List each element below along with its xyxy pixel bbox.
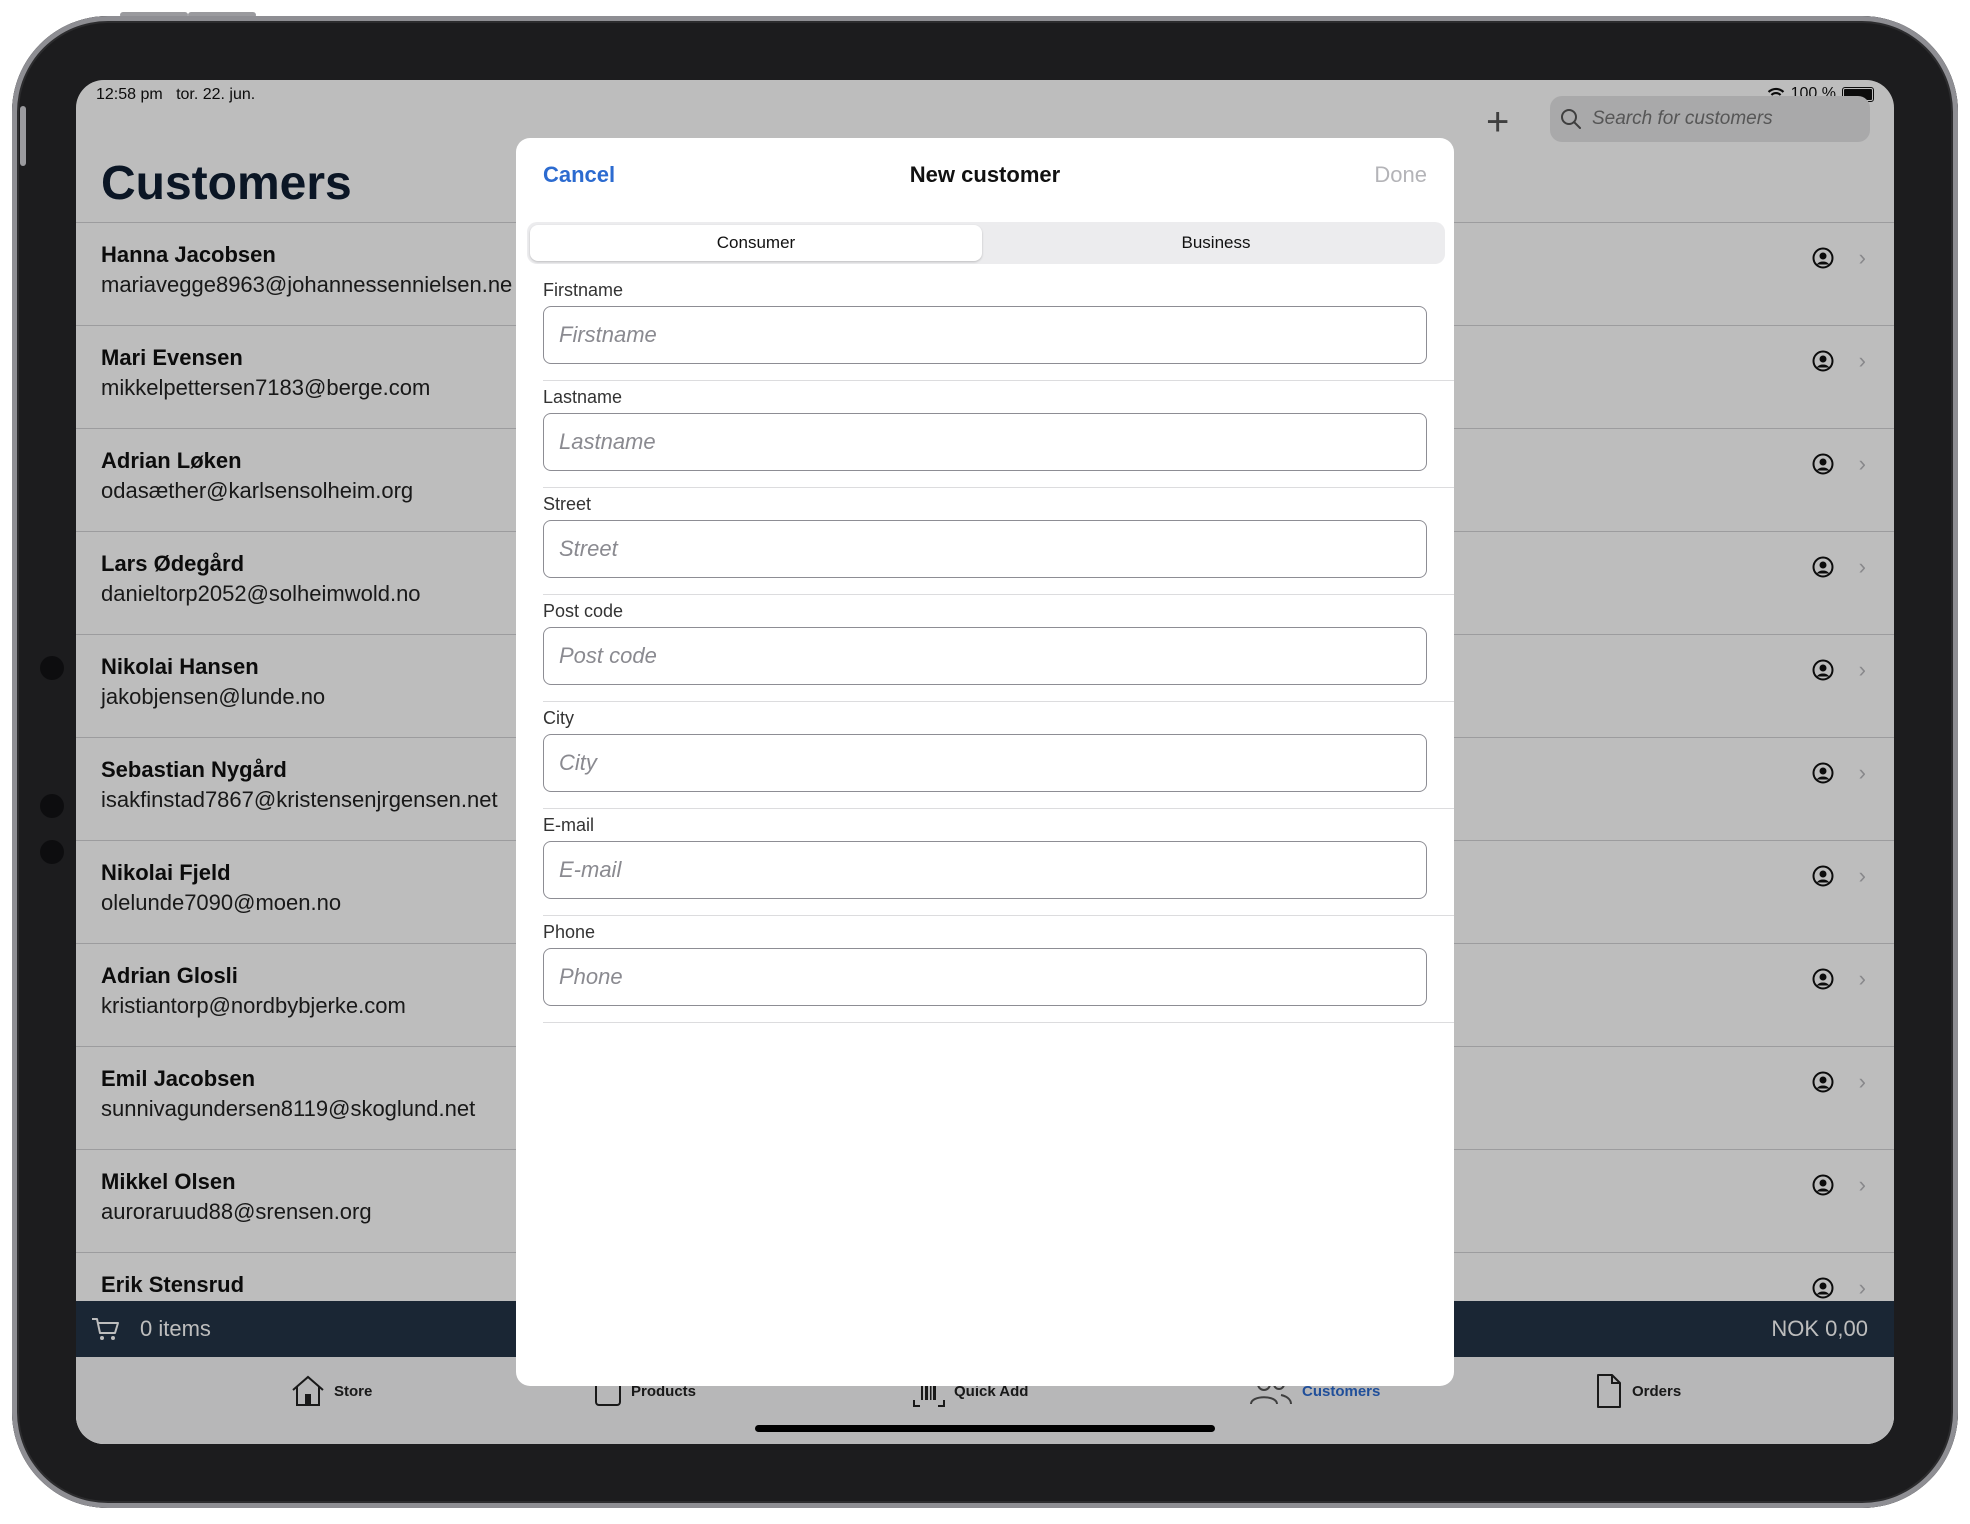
field-label: Firstname xyxy=(543,280,624,300)
sensor-dot xyxy=(40,794,64,818)
field-label: Lastname xyxy=(543,387,623,407)
field-label: City xyxy=(543,708,574,728)
sheet-title: New customer xyxy=(909,162,1061,187)
segment-business[interactable]: Business xyxy=(990,225,1442,261)
field-lastname: Lastname xyxy=(516,381,1454,488)
field-phone: Phone xyxy=(516,916,1454,1023)
post-code-input[interactable] xyxy=(543,627,1427,685)
sensor-dot xyxy=(40,840,64,864)
field-city: City xyxy=(516,702,1454,809)
firstname-input[interactable] xyxy=(543,306,1427,364)
field-label: Street xyxy=(543,494,592,514)
phone-input[interactable] xyxy=(543,948,1427,1006)
segment-consumer[interactable]: Consumer xyxy=(530,225,982,261)
field-post-code: Post code xyxy=(516,595,1454,702)
customer-type-segmented-control: Consumer Business xyxy=(527,222,1445,264)
new-customer-sheet: Cancel New customer Done Consumer Busine… xyxy=(516,138,1454,1386)
done-button[interactable]: Done xyxy=(1374,162,1427,188)
sensor-dot xyxy=(40,656,64,680)
street-input[interactable] xyxy=(543,520,1427,578)
field-label: Post code xyxy=(543,601,624,621)
field-firstname: Firstname xyxy=(516,274,1454,381)
field-email: E-mail xyxy=(516,809,1454,916)
lastname-input[interactable] xyxy=(543,413,1427,471)
field-label: E-mail xyxy=(543,815,595,835)
device-side-button xyxy=(20,106,26,166)
field-label: Phone xyxy=(543,922,596,942)
customer-form: Firstname Lastname Street Post code City… xyxy=(516,274,1454,1023)
home-indicator[interactable] xyxy=(755,1425,1215,1432)
field-street: Street xyxy=(516,488,1454,595)
sheet-header: Cancel New customer Done xyxy=(516,138,1454,210)
email-input[interactable] xyxy=(543,841,1427,899)
city-input[interactable] xyxy=(543,734,1427,792)
screen: 12:58 pm tor. 22. jun. 100 % + Customers… xyxy=(76,80,1894,1444)
